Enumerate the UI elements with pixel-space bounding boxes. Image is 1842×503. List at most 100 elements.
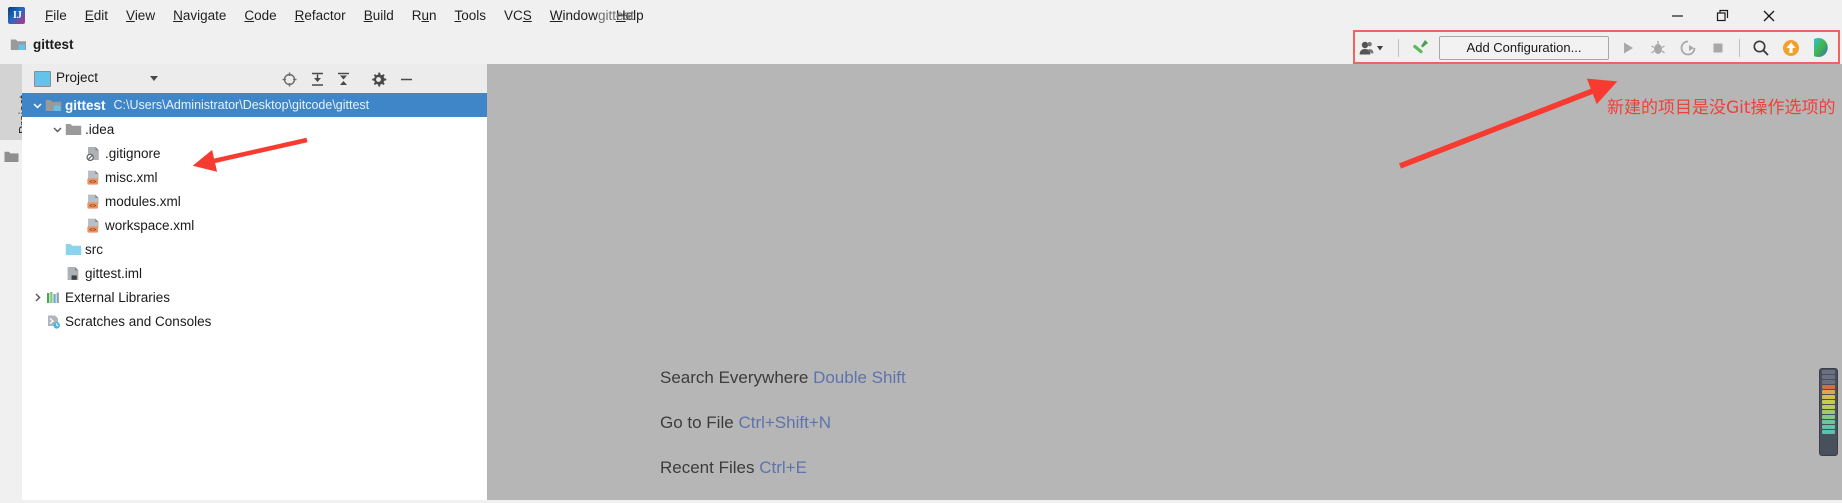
- menu-item-edit[interactable]: Edit: [76, 0, 117, 31]
- stop-square-icon: [1713, 43, 1723, 52]
- breadcrumb-project-name: gittest: [33, 37, 74, 52]
- tree-node-label: .idea: [85, 121, 115, 137]
- chevron-right-icon: [34, 292, 41, 302]
- breadcrumb[interactable]: gittest: [10, 37, 74, 52]
- tree-node-label: .gitignore: [105, 145, 161, 161]
- editor-hint-action: Go to File: [660, 413, 734, 432]
- menu-item-build[interactable]: Build: [355, 0, 403, 31]
- tree-row--idea[interactable]: .idea: [22, 117, 487, 141]
- hide-panel-button[interactable]: [395, 69, 417, 89]
- menu-bar: IJ File Edit View Navigate Code Refactor Build…: [0, 0, 1842, 31]
- ide-assistant-button[interactable]: [1806, 34, 1836, 61]
- tree-twisty-empty: [70, 189, 84, 213]
- left-tool-window-strip: Project: [0, 64, 31, 500]
- tree-node-label: gittest.iml: [85, 265, 143, 281]
- menu-item-code[interactable]: Code: [235, 0, 285, 31]
- error-stripe-segment: [1822, 375, 1835, 379]
- toolbar-separator-1: [1398, 38, 1399, 57]
- sidebar-tab-project[interactable]: Project: [0, 64, 31, 140]
- run-play-icon: [1624, 42, 1633, 53]
- window-title: gittest: [598, 8, 635, 23]
- build-hammer-button[interactable]: [1405, 34, 1435, 61]
- tree-node-label: External Libraries: [65, 289, 171, 305]
- error-stripe-segment: [1822, 370, 1835, 374]
- editor-hint-action: Recent Files: [660, 458, 755, 477]
- error-stripe-segment: [1822, 400, 1835, 404]
- xml-file-icon: <>: [84, 165, 102, 189]
- module-folder-icon: [10, 39, 26, 50]
- menu-items: File Edit View Navigate Code Refactor Build Run…: [36, 0, 653, 31]
- tree-row-gittest-iml[interactable]: gittest.iml: [22, 261, 487, 285]
- editor-hint: Recent Files Ctrl+E: [660, 458, 906, 478]
- project-tool-window: Project gittest C:\Users\Administrator\D…: [22, 64, 488, 500]
- menu-item-view[interactable]: View: [117, 0, 164, 31]
- project-panel-header: Project: [22, 64, 487, 94]
- tree-twisty-empty: [70, 141, 84, 165]
- xml-file-icon: <>: [84, 189, 102, 213]
- error-stripe-segment: [1822, 425, 1835, 429]
- app-logo-icon: IJ: [8, 7, 25, 24]
- search-everywhere-button[interactable]: [1746, 34, 1776, 61]
- tree-row--gitignore[interactable]: .gitignore: [22, 141, 487, 165]
- xml-file-icon: <>: [84, 213, 102, 237]
- tree-row-external-libraries[interactable]: External Libraries: [22, 285, 487, 309]
- panel-settings-button[interactable]: [367, 69, 389, 89]
- tree-node-label: workspace.xml: [105, 217, 195, 233]
- run-button[interactable]: [1613, 34, 1643, 61]
- tree-row-gittest[interactable]: gittest C:\Users\Administrator\Desktop\gi…: [22, 93, 487, 117]
- app-logo-label: IJ: [13, 10, 22, 21]
- search-icon: [1753, 39, 1769, 56]
- ignored-file-icon: [84, 141, 102, 165]
- project-view-icon: [34, 71, 51, 87]
- menu-item-vcs[interactable]: VCS: [495, 0, 541, 31]
- run-configuration-selector[interactable]: Add Configuration...: [1439, 35, 1609, 60]
- tree-node-label: modules.xml: [105, 193, 181, 209]
- ide-window: IJ File Edit View Navigate Code Refactor Build…: [0, 0, 1842, 500]
- scroll-from-source-button[interactable]: [278, 69, 300, 89]
- error-stripe-segment: [1822, 405, 1835, 409]
- editor-empty-area: Search Everywhere Double Shift Go to File…: [488, 64, 1842, 500]
- menu-item-file[interactable]: File: [36, 0, 76, 31]
- editor-hint-shortcut: Ctrl+Shift+N: [738, 413, 832, 432]
- expand-all-icon: [311, 72, 323, 86]
- tree-row-workspace-xml[interactable]: <> workspace.xml: [22, 213, 487, 237]
- minimize-button[interactable]: [1654, 0, 1700, 31]
- editor-hint-shortcut: Ctrl+E: [759, 458, 807, 477]
- collapse-all-icon: [337, 72, 349, 85]
- tree-row-misc-xml[interactable]: <> misc.xml: [22, 165, 487, 189]
- libraries-icon: [44, 285, 62, 309]
- favorites-folder-icon[interactable]: [4, 150, 19, 168]
- run-with-coverage-button[interactable]: [1673, 34, 1703, 61]
- minus-icon: [400, 78, 412, 80]
- update-project-button[interactable]: [1776, 34, 1806, 61]
- tree-row-modules-xml[interactable]: <> modules.xml: [22, 189, 487, 213]
- svg-text:<>: <>: [89, 202, 97, 209]
- close-button[interactable]: [1746, 0, 1792, 31]
- menu-item-navigate[interactable]: Navigate: [164, 0, 235, 31]
- tree-twisty-toggle[interactable]: [30, 285, 44, 309]
- tree-node-label: src: [85, 241, 103, 257]
- tree-twisty-toggle[interactable]: [30, 93, 44, 117]
- scratches-icon: [44, 309, 62, 333]
- tree-row-scratches-and-consoles[interactable]: Scratches and Consoles: [22, 309, 487, 333]
- hammer-icon: [1413, 39, 1428, 53]
- menu-item-tools[interactable]: Tools: [446, 0, 496, 31]
- expand-all-button[interactable]: [306, 69, 328, 89]
- project-tree[interactable]: gittest C:\Users\Administrator\Desktop\gi…: [22, 93, 487, 499]
- editor-hint-shortcut: Double Shift: [813, 368, 906, 387]
- chevron-down-icon[interactable]: [150, 76, 158, 81]
- stop-button[interactable]: [1703, 34, 1733, 61]
- debug-button[interactable]: [1643, 34, 1673, 61]
- menu-item-window[interactable]: Window: [541, 0, 607, 31]
- iml-file-icon: [64, 261, 82, 285]
- error-stripe-widget[interactable]: [1819, 368, 1838, 456]
- user-account-dropdown[interactable]: [1350, 34, 1392, 61]
- error-stripe-segment: [1822, 395, 1835, 399]
- tree-node-path: C:\Users\Administrator\Desktop\gitcode\g…: [113, 98, 370, 112]
- tree-row-src[interactable]: src: [22, 237, 487, 261]
- collapse-all-button[interactable]: [332, 69, 354, 89]
- tree-twisty-toggle[interactable]: [50, 117, 64, 141]
- menu-item-refactor[interactable]: Refactor: [286, 0, 355, 31]
- menu-item-run[interactable]: Run: [403, 0, 446, 31]
- restore-button[interactable]: [1700, 0, 1746, 31]
